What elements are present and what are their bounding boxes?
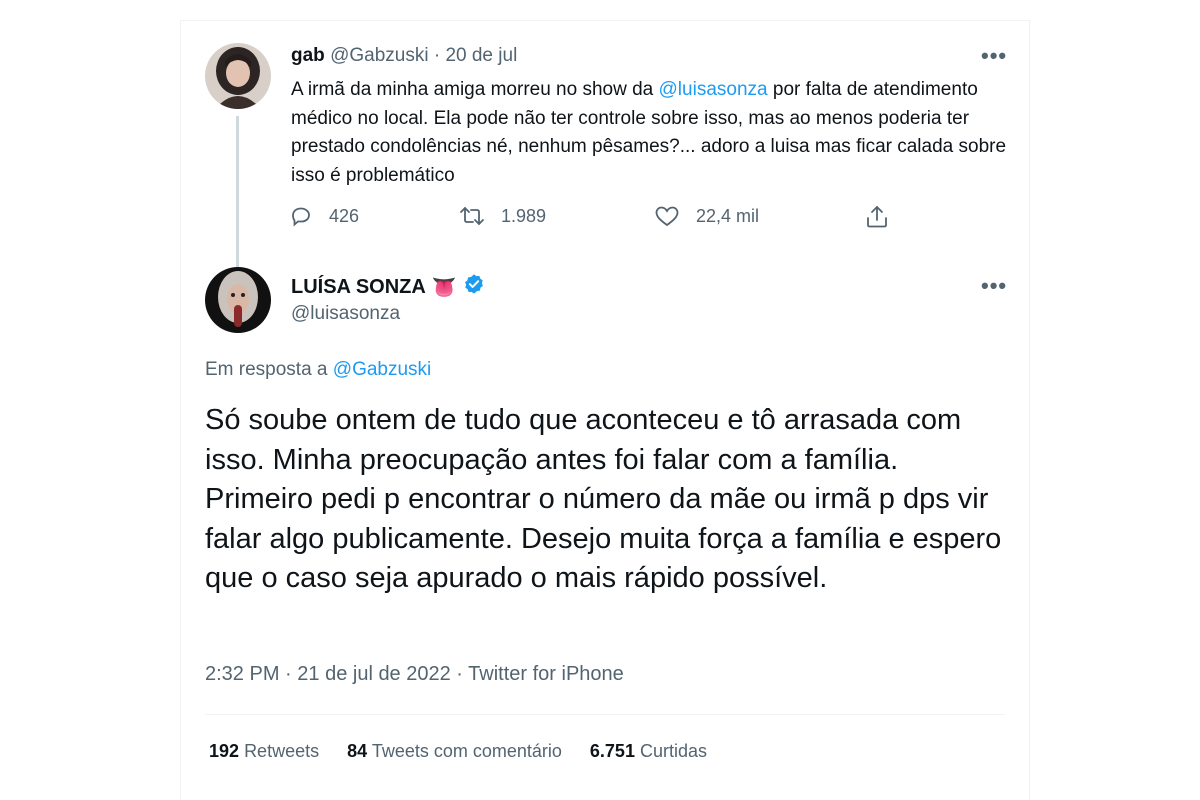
tongue-emoji: 👅: [431, 276, 457, 299]
tweet-time[interactable]: 2:32 PM: [205, 663, 279, 685]
retweets-stat[interactable]: 192 Retweets: [209, 741, 319, 762]
tweet-full-date[interactable]: 21 de jul de 2022: [297, 663, 450, 685]
author-handle[interactable]: @luisasonza: [291, 303, 400, 325]
quotes-count: 84: [347, 741, 368, 761]
author-handle[interactable]: @Gabzuski: [330, 45, 429, 66]
quotes-label: Tweets com comentário: [371, 741, 562, 761]
reply-prefix: Em resposta a: [205, 359, 333, 380]
reply-count: 426: [329, 205, 360, 226]
mention-link[interactable]: @luisasonza: [659, 79, 768, 100]
main-author-name-row[interactable]: LUÍSA SONZA 👅: [291, 273, 485, 301]
likes-label: Curtidas: [639, 741, 707, 761]
share-button[interactable]: [864, 204, 890, 230]
tweet-text-part: A irmã da minha amiga morreu no show da: [291, 79, 659, 100]
like-count: 22,4 mil: [696, 205, 760, 226]
tweet-source[interactable]: Twitter for iPhone: [468, 663, 624, 685]
retweet-button[interactable]: 1.989: [459, 204, 546, 228]
more-options-icon[interactable]: •••: [981, 275, 1007, 297]
avatar[interactable]: [205, 267, 271, 333]
author-name[interactable]: LUÍSA SONZA: [291, 276, 426, 299]
author-name[interactable]: gab: [291, 45, 325, 66]
likes-count: 6.751: [589, 741, 635, 761]
main-tweet-text: Só soube ontem de tudo que aconteceu e t…: [205, 404, 1002, 594]
parent-tweet-header: gab @Gabzuski · 20 de jul: [291, 45, 517, 67]
more-options-icon[interactable]: •••: [981, 45, 1007, 67]
likes-stat[interactable]: 6.751 Curtidas: [590, 741, 707, 762]
retweet-icon: [459, 204, 485, 228]
parent-tweet[interactable]: gab @Gabzuski · 20 de jul ••• A irmã da …: [181, 21, 1029, 276]
replying-to: Em resposta a @Gabzuski: [205, 359, 431, 381]
retweet-count: 1.989: [501, 205, 547, 226]
tweet-stats: 192 Retweets 84 Tweets com comentário 6.…: [209, 741, 707, 762]
tweet-date[interactable]: 20 de jul: [445, 45, 517, 66]
tweet-thread-card: gab @Gabzuski · 20 de jul ••• A irmã da …: [180, 20, 1030, 800]
thread-connector-line: [236, 116, 239, 276]
retweets-label: Retweets: [244, 741, 320, 761]
quote-tweets-stat[interactable]: 84 Tweets com comentário: [347, 741, 562, 762]
divider: [205, 714, 1005, 715]
separator: ·: [279, 663, 298, 685]
verified-badge-icon: [463, 273, 485, 301]
share-icon: [864, 204, 890, 230]
like-button[interactable]: 22,4 mil: [654, 204, 759, 228]
separator: ·: [433, 45, 441, 66]
like-icon: [654, 204, 680, 228]
reply-button[interactable]: 426: [289, 204, 359, 228]
parent-tweet-text: A irmã da minha amiga morreu no show da …: [291, 76, 1011, 190]
avatar[interactable]: [205, 43, 271, 109]
tweet-actions: 426 1.989 22,4 mil: [289, 204, 909, 234]
retweets-count: 192: [209, 741, 240, 761]
separator: ·: [450, 663, 469, 685]
reply-mention-link[interactable]: @Gabzuski: [333, 359, 432, 380]
tweet-metadata: 2:32 PM · 21 de jul de 2022 · Twitter fo…: [205, 663, 624, 686]
reply-icon: [289, 204, 313, 228]
